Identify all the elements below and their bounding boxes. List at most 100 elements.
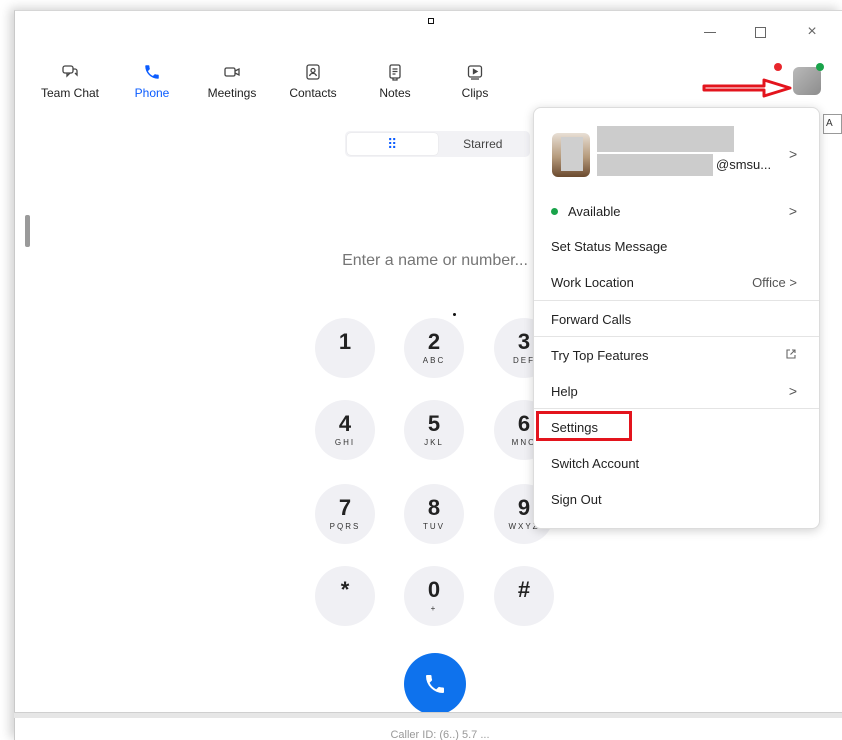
key-letters: TUV: [423, 522, 445, 531]
available-status-icon: [551, 207, 558, 215]
menu-item-label: Available: [568, 203, 621, 219]
menu-item-label: Forward Calls: [551, 311, 632, 327]
profile-photo: [552, 133, 590, 177]
tab-starred[interactable]: Starred: [438, 133, 529, 155]
contacts-icon: [303, 62, 323, 82]
nav-item-phone[interactable]: Phone: [116, 62, 188, 106]
nav-item-meetings[interactable]: Meetings: [196, 62, 268, 106]
key-digit: 7: [338, 495, 352, 520]
key-digit: 6: [517, 411, 531, 436]
nav-item-contacts[interactable]: Contacts: [277, 62, 349, 106]
panel-splitter[interactable]: [25, 215, 30, 247]
profile-card[interactable]: @smsu... >: [534, 108, 819, 190]
key-digit: 1: [338, 329, 352, 354]
chevron-right-icon: >: [789, 146, 798, 162]
key-letters: PQRS: [329, 522, 361, 531]
menu-item-label: Settings: [551, 419, 598, 435]
profile-menu: @smsu... > Available > Set Status Messag…: [533, 107, 820, 529]
menu-item-label: Switch Account: [551, 455, 640, 471]
key-5[interactable]: 5 JKL: [404, 400, 464, 460]
nav-label: Meetings: [207, 86, 257, 100]
key-digit: 0: [427, 577, 441, 602]
key-digit: 5: [427, 411, 441, 436]
annotation-arrow-icon: [702, 78, 792, 98]
key-letters: DEF: [513, 356, 535, 365]
close-button[interactable]: ×: [797, 18, 827, 46]
key-2[interactable]: 2 ABC: [404, 318, 464, 378]
email-redaction: [597, 154, 713, 176]
key-digit: 4: [338, 411, 352, 436]
tab-keypad[interactable]: ⠿: [347, 133, 438, 155]
menu-item-forward-calls[interactable]: Forward Calls: [534, 301, 819, 337]
nav-label: Team Chat: [40, 86, 100, 100]
caller-id-text: Caller ID: (6..) 5.7 ...: [390, 729, 490, 740]
key-8[interactable]: 8 TUV: [404, 484, 464, 544]
chevron-right-icon: >: [789, 274, 797, 290]
menu-item-label: Work Location: [551, 274, 634, 290]
menu-item-settings[interactable]: Settings: [534, 409, 819, 445]
key-letters: ABC: [422, 356, 446, 365]
notification-dot: [774, 63, 782, 71]
maximize-icon: [754, 26, 766, 38]
work-location-value: Office >: [752, 275, 797, 290]
key-letters: +: [430, 604, 438, 613]
clips-icon: [465, 62, 485, 82]
presence-status-dot: [816, 63, 824, 71]
menu-item-label: Sign Out: [551, 491, 602, 507]
key-digit: 9: [517, 495, 531, 520]
edge-tooltip: A: [823, 114, 842, 134]
close-icon: ×: [807, 23, 817, 40]
nav-label: Contacts: [289, 86, 337, 100]
menu-item-label: Try Top Features: [551, 347, 649, 363]
menu-item-try-top-features[interactable]: Try Top Features: [534, 337, 819, 373]
nav-label: Clips: [461, 86, 489, 100]
nav-label: Notes: [379, 86, 411, 100]
work-location-office: Office: [752, 274, 786, 290]
key-letters: JKL: [424, 438, 444, 447]
key-digit: 8: [427, 495, 441, 520]
menu-item-sign-out[interactable]: Sign Out: [534, 481, 819, 517]
nav-item-team-chat[interactable]: Team Chat: [34, 62, 106, 106]
phone-icon: [426, 675, 444, 693]
phone-icon: [142, 62, 162, 82]
menu-item-label: Help: [551, 383, 578, 399]
maximize-button[interactable]: [745, 18, 775, 46]
video-camera-icon: [222, 62, 242, 82]
profile-email: @smsu...: [716, 157, 772, 172]
key-digit: 2: [427, 329, 441, 354]
nav-item-clips[interactable]: Clips: [439, 62, 511, 106]
call-button[interactable]: [404, 653, 466, 715]
menu-item-help[interactable]: Help >: [534, 373, 819, 409]
dial-input[interactable]: [320, 246, 550, 276]
nav-label: Phone: [134, 86, 170, 100]
notes-icon: [385, 62, 405, 82]
minimize-button[interactable]: [695, 18, 725, 46]
key-digit: *: [340, 577, 350, 602]
menu-item-set-status-message[interactable]: Set Status Message: [534, 228, 819, 264]
chevron-right-icon: >: [788, 203, 797, 219]
menu-item-label: Set Status Message: [551, 238, 668, 254]
dialer-tabs: ⠿ Starred: [345, 131, 530, 157]
minimize-icon: [704, 31, 716, 33]
keypad-icon: ⠿: [387, 135, 398, 152]
chat-icon: [60, 62, 80, 82]
window-bottom-edge: [14, 712, 842, 718]
key-hash[interactable]: #: [494, 566, 554, 626]
key-digit: 3: [517, 329, 531, 354]
key-letters: GHI: [334, 438, 356, 447]
menu-item-available[interactable]: Available >: [534, 193, 819, 229]
key-0[interactable]: 0 +: [404, 566, 464, 626]
key-4[interactable]: 4 GHI: [315, 400, 375, 460]
key-7[interactable]: 7 PQRS: [315, 484, 375, 544]
name-redaction: [597, 126, 734, 152]
external-link-icon: [785, 347, 797, 363]
menu-item-work-location[interactable]: Work Location Office >: [534, 264, 819, 300]
avatar-button[interactable]: [793, 67, 821, 95]
key-digit: #: [517, 577, 531, 602]
key-star[interactable]: *: [315, 566, 375, 626]
resize-handle[interactable]: [428, 18, 434, 24]
photo-redaction: [561, 137, 583, 171]
nav-item-notes[interactable]: Notes: [359, 62, 431, 106]
menu-item-switch-account[interactable]: Switch Account: [534, 445, 819, 481]
key-1[interactable]: 1: [315, 318, 375, 378]
